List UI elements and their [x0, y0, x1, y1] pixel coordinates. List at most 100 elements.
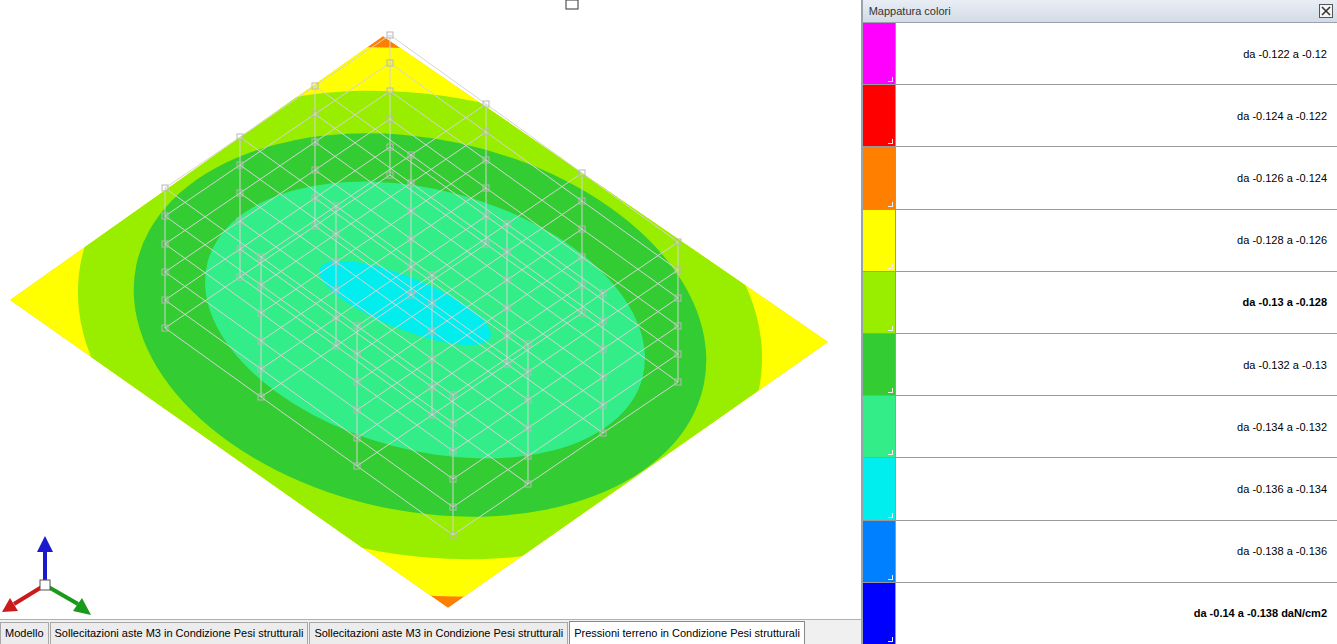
legend-row[interactable]: da -0.132 a -0.13	[863, 334, 1337, 396]
node-marker	[237, 218, 243, 224]
node-marker	[162, 269, 168, 275]
node-marker	[408, 180, 414, 186]
frame-line	[315, 142, 603, 349]
color-swatch[interactable]	[863, 334, 896, 395]
node-marker	[237, 274, 243, 280]
node-marker	[450, 448, 456, 454]
node-marker	[354, 351, 360, 357]
legend-row[interactable]: da -0.136 a -0.134	[863, 458, 1337, 520]
legend-label: da -0.124 a -0.122	[896, 85, 1337, 146]
swatch-corner-icon	[888, 202, 893, 207]
swatch-corner-icon	[888, 388, 893, 393]
close-button[interactable]	[1319, 4, 1333, 18]
node-marker	[408, 152, 414, 158]
node-marker	[333, 203, 339, 209]
node-marker	[408, 264, 414, 270]
node-marker	[258, 254, 264, 260]
legend-row[interactable]: da -0.122 a -0.12	[863, 23, 1337, 85]
frame-line	[261, 132, 486, 285]
color-swatch[interactable]	[863, 210, 896, 271]
frame-line	[453, 395, 454, 535]
color-swatch[interactable]	[863, 396, 896, 457]
frame-line	[432, 275, 433, 415]
color-swatch[interactable]	[863, 272, 896, 333]
contour-zone	[0, 3, 860, 619]
node-marker	[429, 272, 435, 278]
frame-line	[165, 188, 166, 328]
node-marker	[237, 162, 243, 168]
node-marker	[525, 453, 531, 459]
node-marker	[675, 295, 681, 301]
legend-row[interactable]: da -0.128 a -0.126	[863, 210, 1337, 272]
swatch-corner-icon	[888, 264, 893, 269]
node-marker	[354, 323, 360, 329]
legend-row[interactable]: da -0.126 a -0.124	[863, 147, 1337, 209]
node-marker	[354, 463, 360, 469]
node-marker	[237, 134, 243, 140]
node-marker	[387, 32, 393, 38]
color-swatch[interactable]	[863, 85, 896, 146]
legend-row[interactable]: da -0.13 a -0.128	[863, 272, 1337, 334]
node-marker	[258, 282, 264, 288]
swatch-corner-icon	[888, 450, 893, 455]
node-marker	[354, 407, 360, 413]
node-marker	[525, 397, 531, 403]
model-viewport[interactable]	[0, 0, 861, 619]
view-tab[interactable]: Modello	[0, 622, 49, 644]
color-swatch[interactable]	[863, 521, 896, 582]
swatch-corner-icon	[888, 575, 893, 580]
node-marker	[483, 101, 489, 107]
frame-line	[390, 119, 678, 326]
legend-row[interactable]: da -0.134 a -0.132	[863, 396, 1337, 458]
color-swatch[interactable]	[863, 23, 896, 84]
frame-line	[453, 382, 678, 535]
frame-line	[453, 298, 678, 451]
node-marker	[312, 139, 318, 145]
pressure-map[interactable]	[0, 0, 860, 619]
swatch-corner-icon	[888, 637, 893, 642]
frame-line	[165, 272, 453, 479]
node-marker	[333, 259, 339, 265]
legend-row[interactable]: da -0.138 a -0.136	[863, 521, 1337, 583]
node-marker	[579, 198, 585, 204]
node-marker	[312, 195, 318, 201]
node-marker	[333, 315, 339, 321]
node-marker	[450, 476, 456, 482]
node-marker	[504, 221, 510, 227]
node-marker	[675, 351, 681, 357]
node-marker	[450, 504, 456, 510]
frame-line	[357, 326, 358, 466]
view-tab[interactable]: Sollecitazioni aste M3 in Condizione Pes…	[50, 622, 309, 644]
node-marker	[579, 226, 585, 232]
swatch-corner-icon	[888, 513, 893, 518]
frame-line	[315, 114, 603, 321]
node-marker	[483, 241, 489, 247]
frame-line	[165, 63, 390, 216]
node-marker	[525, 341, 531, 347]
node-marker	[408, 236, 414, 242]
view-tab[interactable]: Sollecitazioni aste M3 in Condizione Pes…	[309, 622, 568, 644]
frame-line	[453, 242, 678, 395]
frame-line	[165, 216, 453, 423]
legend-row[interactable]: da -0.124 a -0.122	[863, 85, 1337, 147]
legend-label: da -0.128 a -0.126	[896, 210, 1337, 271]
node-marker	[675, 379, 681, 385]
node-marker	[312, 223, 318, 229]
frame-line	[357, 173, 582, 326]
color-swatch[interactable]	[863, 147, 896, 208]
frame-line	[240, 249, 528, 456]
node-marker	[600, 290, 606, 296]
color-swatch[interactable]	[863, 458, 896, 519]
node-marker	[162, 213, 168, 219]
contour-zone	[174, 136, 676, 504]
view-tab[interactable]: Pressioni terreno in Condizione Pesi str…	[569, 621, 805, 644]
node-marker	[429, 356, 435, 362]
close-icon	[1321, 6, 1331, 16]
color-swatch[interactable]	[863, 583, 896, 644]
node-marker	[258, 394, 264, 400]
legend-row[interactable]: da -0.14 a -0.138 daN/cm2	[863, 583, 1337, 644]
node-marker	[333, 343, 339, 349]
frame-line	[603, 293, 604, 433]
contour-zone	[40, 39, 799, 612]
node-marker	[387, 116, 393, 122]
